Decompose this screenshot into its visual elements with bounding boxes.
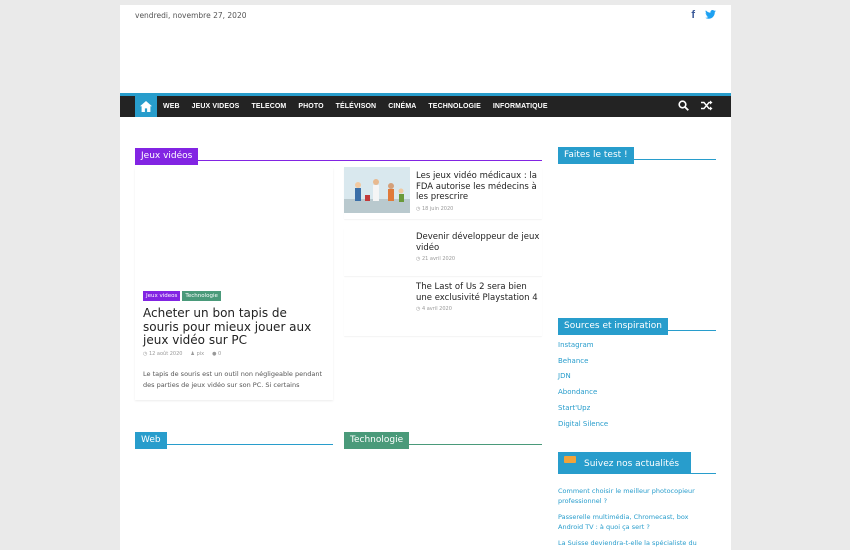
rss-link[interactable]: La Suisse deviendra-t-elle la spécialist…: [558, 538, 708, 548]
random-icon[interactable]: [701, 100, 713, 111]
page: vendredi, novembre 27, 2020 f WEB JEUX V…: [120, 5, 731, 550]
post-comments[interactable]: 0: [218, 351, 221, 357]
tag-jeux-videos[interactable]: Jeux videos: [143, 291, 181, 301]
widget-title-sources: Sources et inspiration: [558, 318, 668, 335]
widget-title-rss[interactable]: Suivez nos actualités: [578, 456, 685, 473]
section-title-jeux-videos[interactable]: Jeux vidéos: [135, 148, 199, 165]
post-date[interactable]: 18 juin 2020: [422, 206, 453, 212]
home-icon: [140, 101, 152, 112]
facebook-icon[interactable]: f: [691, 9, 695, 22]
section-header-web: Web: [135, 427, 333, 449]
widget-header-sources: Sources et inspiration: [558, 313, 716, 335]
featured-post[interactable]: Jeux videos Technologie Acheter un bon ta…: [135, 168, 333, 400]
rss-link[interactable]: Passerelle multimédia, Chromecast, box A…: [558, 512, 708, 532]
featured-post-title[interactable]: Acheter un bon tapis de souris pour mieu…: [143, 306, 323, 348]
post-thumbnail[interactable]: [344, 278, 410, 324]
sidebar-link-instagram[interactable]: Instagram: [558, 338, 608, 354]
post-title[interactable]: The Last of Us 2 sera bien une exclusivi…: [416, 282, 542, 303]
nav-item-television[interactable]: TÉLÉVISON: [330, 103, 383, 110]
post-date[interactable]: 21 avril 2020: [422, 256, 455, 262]
section-title-technologie[interactable]: Technologie: [344, 432, 410, 449]
section-header-technologie: Technologie: [344, 427, 542, 449]
rss-icon: [564, 456, 576, 463]
post-date[interactable]: 12 août 2020: [149, 351, 183, 357]
list-item[interactable]: Devenir développeur de jeux vidéo ◷ 21 a…: [344, 228, 542, 276]
tag-technologie[interactable]: Technologie: [182, 291, 221, 301]
nav-item-photo[interactable]: PHOTO: [292, 103, 329, 110]
post-title[interactable]: Les jeux vidéo médicaux : la FDA autoris…: [416, 171, 542, 203]
post-thumbnail[interactable]: [344, 228, 410, 274]
sources-list: Instagram Behance JDN Abondance Start'Up…: [558, 338, 608, 432]
featured-post-meta: ◷ 12 août 2020 ♟ pix ● 0: [143, 351, 323, 357]
widget-title-test: Faites le test !: [558, 147, 634, 164]
search-icon[interactable]: [678, 100, 689, 111]
nav-item-informatique[interactable]: INFORMATIQUE: [487, 103, 554, 110]
post-author[interactable]: pix: [197, 351, 205, 357]
nav-item-technologie[interactable]: TECHNOLOGIE: [422, 103, 486, 110]
sidebar-link-behance[interactable]: Behance: [558, 354, 608, 370]
widget-header-test: Faites le test !: [558, 142, 716, 164]
nav-item-jeux-videos[interactable]: JEUX VIDEOS: [186, 103, 246, 110]
post-thumbnail[interactable]: [344, 167, 410, 213]
widget-header-rss: Suivez nos actualités: [558, 451, 716, 474]
nav-item-cinema[interactable]: CINÉMA: [382, 103, 422, 110]
post-title[interactable]: Devenir développeur de jeux vidéo: [416, 232, 542, 253]
list-item[interactable]: The Last of Us 2 sera bien une exclusivi…: [344, 278, 542, 336]
featured-post-excerpt: Le tapis de souris est un outil non négl…: [143, 369, 322, 389]
home-button[interactable]: [135, 96, 157, 117]
top-bar: vendredi, novembre 27, 2020 f: [135, 9, 716, 27]
twitter-icon[interactable]: [705, 9, 716, 22]
sidebar-link-startupz[interactable]: Start'Upz: [558, 401, 608, 417]
sidebar-link-abondance[interactable]: Abondance: [558, 385, 608, 401]
post-date[interactable]: 4 avril 2020: [422, 306, 452, 312]
list-item[interactable]: Les jeux vidéo médicaux : la FDA autoris…: [344, 167, 542, 219]
rss-list: Comment choisir le meilleur photocopieur…: [558, 486, 708, 550]
sidebar-link-jdn[interactable]: JDN: [558, 369, 608, 385]
sidebar-link-digital-silence[interactable]: Digital Silence: [558, 417, 608, 433]
section-title-web[interactable]: Web: [135, 432, 167, 449]
nav-item-web[interactable]: WEB: [157, 103, 186, 110]
social-links: f: [691, 9, 716, 22]
main-nav: WEB JEUX VIDEOS TELECOM PHOTO TÉLÉVISON …: [120, 93, 731, 117]
header-date: vendredi, novembre 27, 2020: [135, 11, 247, 20]
rss-link[interactable]: Comment choisir le meilleur photocopieur…: [558, 486, 708, 506]
widget-title-rss-wrap: Suivez nos actualités: [558, 452, 692, 474]
section-header-jeux-videos: Jeux vidéos: [135, 143, 542, 165]
nav-item-telecom[interactable]: TELECOM: [245, 103, 292, 110]
